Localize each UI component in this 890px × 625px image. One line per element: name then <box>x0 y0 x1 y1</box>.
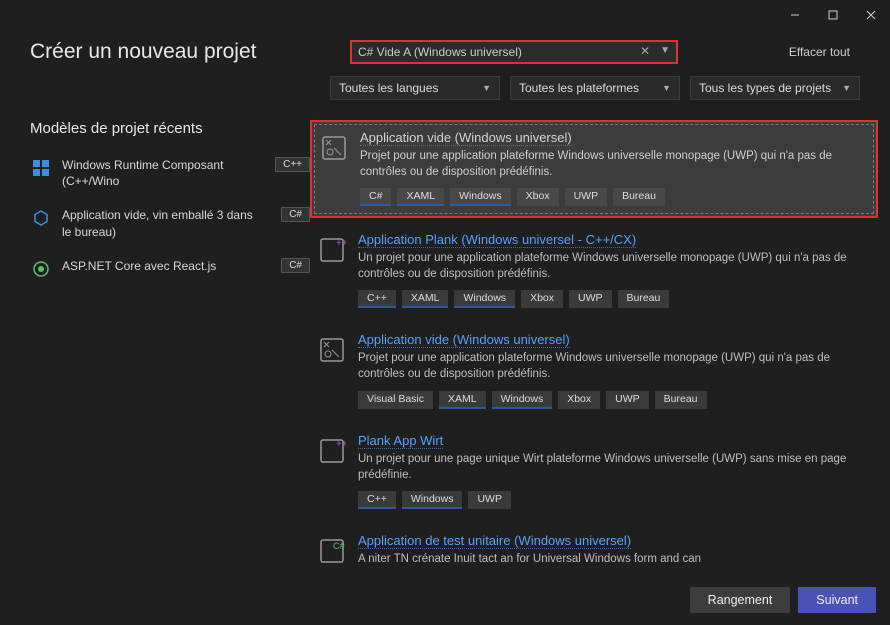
template-title: Plank App Wirt <box>358 433 443 449</box>
tag: C++ <box>358 491 396 509</box>
template-icon <box>30 258 52 280</box>
template-title: Application de test unitaire (Windows un… <box>358 533 631 549</box>
close-icon <box>866 10 876 20</box>
tag: Xbox <box>558 391 600 409</box>
tag: XAML <box>397 188 444 206</box>
platform-filter[interactable]: Toutes les plateformes ▼ <box>510 76 680 100</box>
minimize-icon <box>790 10 800 20</box>
template-list[interactable]: Application vide (Windows universel) Pro… <box>310 120 890 580</box>
chevron-down-icon[interactable]: ▼ <box>660 45 670 56</box>
template-title: Application Plank (Windows universel - C… <box>358 232 636 248</box>
chevron-down-icon: ▼ <box>842 83 851 93</box>
template-item[interactable]: Application vide (Windows universel) Pro… <box>310 324 878 418</box>
chevron-down-icon: ▼ <box>482 83 491 93</box>
template-title: Application vide (Windows universel) <box>360 130 572 146</box>
platform-filter-label: Toutes les plateformes <box>519 81 639 95</box>
template-icon <box>30 207 52 229</box>
maximize-button[interactable] <box>814 1 852 29</box>
language-filter[interactable]: Toutes les langues ▼ <box>330 76 500 100</box>
language-tag: C++ <box>275 157 310 172</box>
recent-item-name: ASP.NET Core avec React.js <box>62 258 271 274</box>
recent-templates-heading: Modèles de projet récents <box>30 120 310 137</box>
template-icon <box>30 157 52 179</box>
tag: UWP <box>468 491 511 509</box>
minimize-button[interactable] <box>776 1 814 29</box>
tag: XAML <box>439 391 486 409</box>
clear-search-icon[interactable]: ✕ <box>640 44 650 58</box>
tag: UWP <box>569 290 612 308</box>
tag: Windows <box>492 391 553 409</box>
back-button[interactable]: Rangement <box>690 587 791 613</box>
maximize-icon <box>828 10 838 20</box>
close-button[interactable] <box>852 1 890 29</box>
tag: UWP <box>606 391 649 409</box>
svg-text:++: ++ <box>336 439 346 450</box>
svg-text:C#: C# <box>333 541 345 551</box>
template-item[interactable]: Application vide (Windows universel) Pro… <box>310 120 878 218</box>
language-filter-label: Toutes les langues <box>339 81 438 95</box>
tag: Windows <box>454 290 515 308</box>
recent-item[interactable]: Application vide, vin emballé 3 dans le … <box>30 201 310 251</box>
language-tag: C# <box>281 207 310 222</box>
recent-item-name: Application vide, vin emballé 3 dans le … <box>62 207 271 239</box>
template-description: A niter TN crénate Inuit tact an for Uni… <box>358 551 872 567</box>
template-description: Un projet pour une page unique Wirt plat… <box>358 451 872 483</box>
template-description: Projet pour une application plateforme W… <box>358 350 872 382</box>
template-icon: ++ <box>316 435 348 467</box>
clear-all-link[interactable]: Effacer tout <box>789 45 860 59</box>
tag: Windows <box>450 188 511 206</box>
page-title: Créer un nouveau projet <box>30 40 320 64</box>
template-icon <box>316 334 348 366</box>
template-icon: ++ <box>316 234 348 266</box>
tag: UWP <box>565 188 608 206</box>
recent-item[interactable]: ASP.NET Core avec React.js C# <box>30 252 310 292</box>
template-icon <box>318 132 350 164</box>
template-title: Application vide (Windows universel) <box>358 332 570 348</box>
tag: Bureau <box>613 188 665 206</box>
type-filter[interactable]: Tous les types de projets ▼ <box>690 76 860 100</box>
template-item[interactable]: C# Application de test unitaire (Windows… <box>310 525 878 580</box>
tag: Visual Basic <box>358 391 433 409</box>
template-description: Projet pour une application plateforme W… <box>360 148 870 180</box>
template-item[interactable]: ++ Application Plank (Windows universel … <box>310 224 878 318</box>
tag: Windows <box>402 491 463 509</box>
recent-item[interactable]: Windows Runtime Composant (C++/Wino C++ <box>30 151 310 201</box>
tag: Xbox <box>517 188 559 206</box>
template-item[interactable]: ++ Plank App Wirt Un projet pour une pag… <box>310 425 878 519</box>
tag: Xbox <box>521 290 563 308</box>
tag: C++ <box>358 290 396 308</box>
next-button[interactable]: Suivant <box>798 587 876 613</box>
template-description: Un projet pour une application plateform… <box>358 250 872 282</box>
tag: Bureau <box>618 290 670 308</box>
recent-item-name: Windows Runtime Composant (C++/Wino <box>62 157 265 189</box>
type-filter-label: Tous les types de projets <box>699 81 831 95</box>
language-tag: C# <box>281 258 310 273</box>
template-icon: C# <box>316 535 348 567</box>
svg-text:++: ++ <box>336 238 346 249</box>
tag: XAML <box>402 290 449 308</box>
search-input[interactable] <box>350 40 678 64</box>
tag: Bureau <box>655 391 707 409</box>
chevron-down-icon: ▼ <box>662 83 671 93</box>
tag: C# <box>360 188 391 206</box>
